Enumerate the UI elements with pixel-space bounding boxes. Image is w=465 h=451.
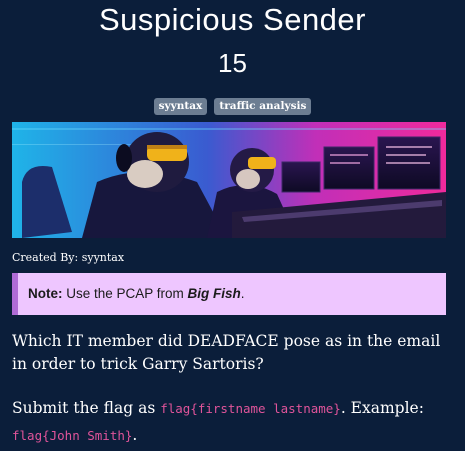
submit-prefix: Submit the flag as	[12, 399, 161, 417]
flag-format-code: flag{firstname lastname}	[160, 401, 341, 416]
tag-author[interactable]: syyntax	[153, 98, 208, 115]
flag-example-code: flag{John Smith}	[12, 428, 133, 443]
note-text-end: .	[240, 286, 245, 301]
challenge-points: 15	[218, 48, 247, 78]
created-by: Created By: syyntax	[12, 251, 125, 264]
challenge-title: Suspicious Sender	[99, 2, 366, 37]
submit-suffix: .	[132, 426, 138, 444]
note-text: Use the PCAP from	[62, 286, 188, 301]
note-label: Note:	[28, 286, 63, 301]
tag-list: syyntax traffic analysis	[0, 94, 465, 115]
submit-middle: . Example:	[340, 399, 424, 417]
submit-instructions: Submit the flag as flag{firstname lastna…	[12, 395, 452, 449]
tag-category[interactable]: traffic analysis	[214, 98, 312, 115]
note-box: Note: Use the PCAP from Big Fish.	[12, 273, 446, 315]
banner-illustration	[12, 122, 446, 238]
note-link-big-fish[interactable]: Big Fish	[188, 286, 241, 301]
challenge-banner-image	[12, 122, 446, 238]
challenge-question: Which IT member did DEADFACE pose as in …	[12, 332, 441, 373]
